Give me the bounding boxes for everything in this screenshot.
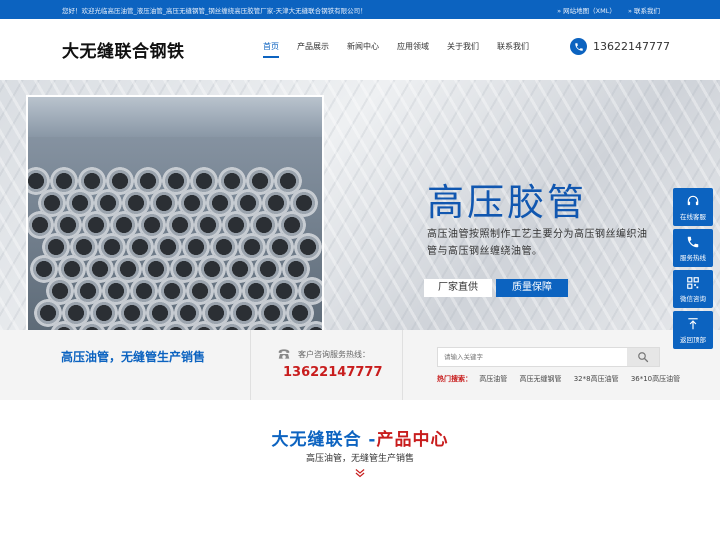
online-service-button[interactable]: 在线客服 bbox=[673, 188, 713, 226]
nav-products[interactable]: 产品展示 bbox=[297, 41, 329, 58]
float-label: 微信咨询 bbox=[680, 294, 706, 303]
search-box bbox=[437, 347, 660, 367]
back-to-top-button[interactable]: 返回顶部 bbox=[673, 311, 713, 349]
nav-about[interactable]: 关于我们 bbox=[447, 41, 479, 58]
header-phone: 13622147777 bbox=[570, 38, 670, 55]
band-divider bbox=[402, 330, 403, 400]
site-header: 大无缝联合钢铁 首页 产品展示 新闻中心 应用领域 关于我们 联系我们 1362… bbox=[0, 19, 720, 80]
float-label: 返回顶部 bbox=[680, 335, 706, 344]
hot-keyword[interactable]: 36*10高压油管 bbox=[631, 375, 680, 383]
top-bar: 您好！欢迎光临高压油管_液压油管_高压无缝钢管_钢丝缠绕高压胶管厂家-天津大无缝… bbox=[0, 0, 720, 19]
wechat-consult-button[interactable]: 微信咨询 bbox=[673, 270, 713, 308]
hot-keyword[interactable]: 32*8高压油管 bbox=[574, 375, 619, 383]
contact-link[interactable]: » 联系我们 bbox=[628, 7, 660, 15]
banner-title: 高压胶管 bbox=[427, 181, 587, 224]
nav-home[interactable]: 首页 bbox=[263, 41, 279, 58]
product-center-subtitle: 高压油管，无缝管生产销售 bbox=[305, 454, 414, 464]
nav-news[interactable]: 新闻中心 bbox=[347, 41, 379, 58]
qrcode-icon bbox=[687, 276, 699, 289]
hot-keyword[interactable]: 高压无缝钢管 bbox=[519, 375, 561, 383]
band-slogan: 高压油管，无缝管生产销售 bbox=[61, 350, 206, 364]
band-divider bbox=[250, 330, 251, 400]
header-phone-number[interactable]: 13622147777 bbox=[593, 40, 670, 53]
telephone-icon bbox=[278, 349, 290, 359]
nav-contact[interactable]: 联系我们 bbox=[497, 41, 529, 58]
banner-description: 高压油管按照制作工艺主要分为高压钢丝编织油管与高压钢丝缠绕油管。 bbox=[427, 229, 648, 257]
service-hotline-button[interactable]: 服务热线 bbox=[673, 229, 713, 267]
floating-service-bar: 在线客服 服务热线 微信咨询 返回顶部 bbox=[673, 188, 713, 352]
headset-icon bbox=[687, 195, 699, 205]
photo-sky bbox=[28, 97, 322, 137]
hotline-number[interactable]: 13622147777 bbox=[283, 365, 383, 380]
double-chevron-down-icon bbox=[355, 469, 365, 478]
hotline-label: 客户咨询服务热线： bbox=[298, 350, 370, 359]
sitemap-link[interactable]: » 网站地图（XML） bbox=[557, 7, 616, 15]
search-input[interactable] bbox=[438, 348, 628, 366]
float-label: 服务热线 bbox=[680, 253, 706, 262]
pipes-photo bbox=[26, 95, 324, 330]
phone-icon bbox=[687, 236, 699, 247]
product-title-section: 产品中心 bbox=[376, 430, 449, 450]
hot-search: 热门搜索： 高压油管 高压无缝钢管 32*8高压油管 36*10高压油管 bbox=[437, 374, 690, 384]
site-logo[interactable]: 大无缝联合钢铁 bbox=[62, 37, 185, 62]
hero-banner[interactable]: 高压胶管 高压油管按照制作工艺主要分为高压钢丝编织油管与高压钢丝缠绕油管。 厂家… bbox=[0, 80, 720, 330]
search-button[interactable] bbox=[627, 348, 659, 366]
nav-applications[interactable]: 应用领域 bbox=[397, 41, 429, 58]
phone-icon bbox=[570, 38, 587, 55]
main-nav: 首页 产品展示 新闻中心 应用领域 关于我们 联系我们 bbox=[263, 41, 547, 58]
arrow-up-icon bbox=[688, 317, 698, 329]
hot-search-label: 热门搜索： bbox=[437, 375, 472, 383]
product-title-brand: 大无缝联合 - bbox=[271, 430, 377, 450]
float-label: 在线客服 bbox=[680, 212, 706, 221]
product-center-title: 大无缝联合 -产品中心 bbox=[0, 425, 720, 450]
welcome-text: 您好！欢迎光临高压油管_液压油管_高压无缝钢管_钢丝缠绕高压胶管厂家-天津大无缝… bbox=[62, 7, 367, 15]
top-links: » 网站地图（XML） » 联系我们 bbox=[547, 5, 660, 15]
search-icon bbox=[638, 352, 649, 363]
hot-keyword[interactable]: 高压油管 bbox=[479, 375, 507, 383]
banner-tag-direct-supply: 厂家直供 bbox=[424, 279, 492, 297]
banner-tag-quality: 质量保障 bbox=[496, 279, 568, 297]
